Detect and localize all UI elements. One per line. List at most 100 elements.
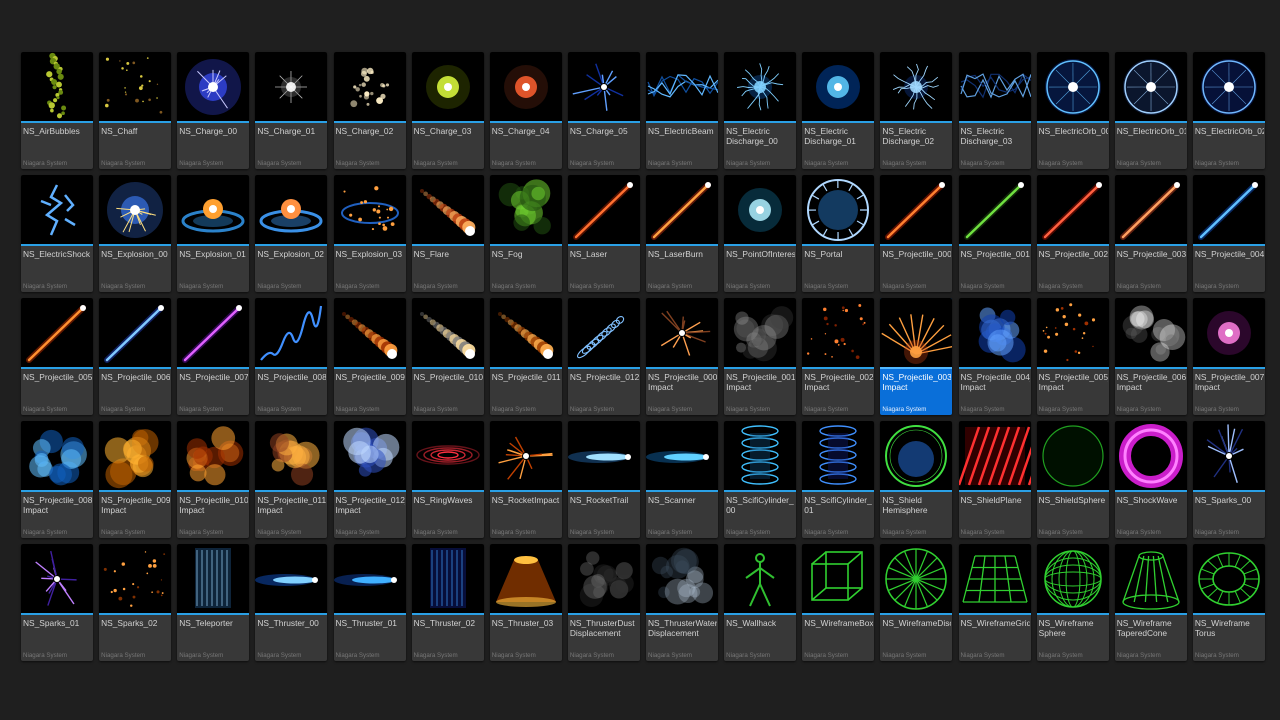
asset-name: NS_Wireframe Torus xyxy=(1194,619,1250,638)
asset-tile[interactable]: NS_Projectile_001_ Impact Niagara System xyxy=(724,298,797,415)
asset-tile[interactable]: NS_RocketTrail Niagara System xyxy=(567,421,640,538)
asset-tile[interactable]: NS_PointOfInterest Niagara System xyxy=(724,175,797,292)
asset-tile[interactable]: NS_Charge_02 Niagara System xyxy=(333,52,406,169)
asset-tile[interactable]: NS_Fog Niagara System xyxy=(489,175,562,292)
asset-tile[interactable]: NS_ShockWave Niagara System xyxy=(1114,421,1187,538)
asset-tile[interactable]: NS_WireframeGrid Niagara System xyxy=(958,544,1031,661)
asset-color-bar xyxy=(99,367,172,369)
asset-tile[interactable]: NS_Projectile_001 Niagara System xyxy=(958,175,1031,292)
asset-tile[interactable]: NS_ElectricOrb_02 Niagara System xyxy=(1192,52,1265,169)
asset-tile[interactable]: NS_Charge_05 Niagara System xyxy=(567,52,640,169)
asset-tile[interactable]: NS_Scanner Niagara System xyxy=(646,421,718,538)
asset-tile[interactable]: NS_Thruster_03 Niagara System xyxy=(489,544,562,661)
asset-tile[interactable]: NS_Explosion_02 Niagara System xyxy=(255,175,328,292)
asset-tile[interactable]: NS_Explosion_03 Niagara System xyxy=(333,175,406,292)
asset-thumbnail xyxy=(802,175,875,244)
asset-tile[interactable]: NS_Projectile_003_ Impact Niagara System xyxy=(880,298,953,415)
asset-type-label: Niagara System xyxy=(1116,283,1161,290)
asset-tile[interactable]: NS_Projectile_006_ Impact Niagara System xyxy=(1114,298,1187,415)
asset-type-label: Niagara System xyxy=(1194,652,1239,659)
asset-tile[interactable]: NS_WireframeBox Niagara System xyxy=(802,544,875,661)
asset-tile[interactable]: NS_Projectile_008_ Impact Niagara System xyxy=(21,421,93,538)
asset-tile[interactable]: NS_Electric Discharge_02 Niagara System xyxy=(880,52,953,169)
asset-tile[interactable]: NS_Projectile_005 Niagara System xyxy=(21,298,93,415)
asset-tile[interactable]: NS_RingWaves Niagara System xyxy=(411,421,484,538)
asset-tile[interactable]: NS_Electric Discharge_03 Niagara System xyxy=(958,52,1031,169)
asset-thumbnail xyxy=(177,175,250,244)
asset-thumbnail xyxy=(1036,544,1109,613)
asset-name: NS_Flare xyxy=(413,250,449,259)
asset-tile[interactable]: NS_Thruster_01 Niagara System xyxy=(333,544,406,661)
effect-preview-image xyxy=(1197,182,1258,240)
asset-tile[interactable]: NS_Projectile_012_ Impact Niagara System xyxy=(333,421,406,538)
asset-thumbnail xyxy=(958,544,1031,613)
asset-tile[interactable]: NS_Projectile_012 Niagara System xyxy=(567,298,640,415)
asset-tile[interactable]: NS_Wireframe Torus Niagara System xyxy=(1192,544,1265,661)
asset-tile[interactable]: NS_ShieldPlane Niagara System xyxy=(958,421,1031,538)
asset-tile[interactable]: NS_ElectricBeam Niagara System xyxy=(646,52,718,169)
asset-tile[interactable]: NS_ThrusterWater Displacement Niagara Sys… xyxy=(646,544,718,661)
asset-tile[interactable]: NS_ElectricShock Niagara System xyxy=(21,175,93,292)
effect-preview-image xyxy=(40,184,76,236)
asset-tile[interactable]: NS_ShieldSphere Niagara System xyxy=(1036,421,1109,538)
asset-tile[interactable]: NS_Thruster_00 Niagara System xyxy=(255,544,328,661)
asset-tile[interactable]: NS_ElectricOrb_01 Niagara System xyxy=(1114,52,1187,169)
asset-tile[interactable]: NS_Laser Niagara System xyxy=(567,175,640,292)
asset-tile[interactable]: NS_Projectile_009 Niagara System xyxy=(333,298,406,415)
asset-tile[interactable]: NS_Wallhack Niagara System xyxy=(724,544,797,661)
asset-tile[interactable]: NS_Projectile_006 Niagara System xyxy=(99,298,172,415)
asset-tile[interactable]: NS_Wireframe Sphere Niagara System xyxy=(1036,544,1109,661)
asset-tile[interactable]: NS_Projectile_005_ Impact Niagara System xyxy=(1036,298,1109,415)
asset-tile[interactable]: NS_RocketImpact Niagara System xyxy=(489,421,562,538)
asset-color-bar xyxy=(646,490,718,492)
asset-tile[interactable]: NS_Charge_01 Niagara System xyxy=(255,52,328,169)
asset-tile[interactable]: NS_Projectile_010 Niagara System xyxy=(411,298,484,415)
asset-tile[interactable]: NS_Explosion_01 Niagara System xyxy=(177,175,250,292)
asset-tile[interactable]: NS_Projectile_011_ Impact Niagara System xyxy=(255,421,328,538)
asset-tile[interactable]: NS_Projectile_000 Niagara System xyxy=(880,175,953,292)
asset-tile[interactable]: NS_ScifiCylinder_ 00 Niagara System xyxy=(724,421,797,538)
asset-tile[interactable]: NS_Projectile_002_ Impact Niagara System xyxy=(802,298,875,415)
asset-tile[interactable]: NS_ScifiCylinder_ 01 Niagara System xyxy=(802,421,875,538)
asset-tile[interactable]: NS_Charge_03 Niagara System xyxy=(411,52,484,169)
asset-name: NS_Teleporter xyxy=(179,619,233,628)
asset-tile[interactable]: NS_Explosion_00 Niagara System xyxy=(99,175,172,292)
asset-tile[interactable]: NS_Wireframe TaperedCone Niagara System xyxy=(1114,544,1187,661)
asset-tile[interactable]: NS_Projectile_000_ Impact Niagara System xyxy=(646,298,718,415)
effect-preview-image xyxy=(195,548,232,608)
asset-tile[interactable]: NS_Shield Hemisphere Niagara System xyxy=(880,421,953,538)
asset-tile[interactable]: NS_Projectile_007 Niagara System xyxy=(177,298,250,415)
asset-tile[interactable]: NS_LaserBurn Niagara System xyxy=(646,175,718,292)
asset-thumbnail xyxy=(567,175,640,244)
asset-tile[interactable]: NS_WireframeDisc Niagara System xyxy=(880,544,953,661)
asset-tile[interactable]: NS_Projectile_004 Niagara System xyxy=(1192,175,1265,292)
asset-tile[interactable]: NS_Thruster_02 Niagara System xyxy=(411,544,484,661)
asset-tile[interactable]: NS_Projectile_011 Niagara System xyxy=(489,298,562,415)
effect-preview-image xyxy=(181,199,245,233)
asset-tile[interactable]: NS_Sparks_00 Niagara System xyxy=(1192,421,1265,538)
asset-tile[interactable]: NS_ThrusterDust Displacement Niagara Syst… xyxy=(567,544,640,661)
asset-tile[interactable]: NS_Chaff Niagara System xyxy=(99,52,172,169)
asset-tile[interactable]: NS_Projectile_003 Niagara System xyxy=(1114,175,1187,292)
asset-tile[interactable]: NS_AirBubbles Niagara System xyxy=(21,52,93,169)
effect-preview-image xyxy=(1044,59,1101,115)
asset-tile[interactable]: NS_Projectile_002 Niagara System xyxy=(1036,175,1109,292)
asset-tile[interactable]: NS_Flare Niagara System xyxy=(411,175,484,292)
asset-tile[interactable]: NS_Charge_04 Niagara System xyxy=(489,52,562,169)
asset-name: NS_ShieldSphere xyxy=(1038,496,1106,505)
asset-tile[interactable]: NS_Sparks_02 Niagara System xyxy=(99,544,172,661)
asset-tile[interactable]: NS_Teleporter Niagara System xyxy=(177,544,250,661)
asset-tile[interactable]: NS_Projectile_008 Niagara System xyxy=(255,298,328,415)
asset-tile[interactable]: NS_Projectile_004_ Impact Niagara System xyxy=(958,298,1031,415)
asset-tile[interactable]: NS_Charge_00 Niagara System xyxy=(177,52,250,169)
asset-tile[interactable]: NS_Sparks_01 Niagara System xyxy=(21,544,93,661)
asset-tile[interactable]: NS_Projectile_009_ Impact Niagara System xyxy=(99,421,172,538)
asset-type-label: Niagara System xyxy=(1038,160,1083,167)
asset-tile[interactable]: NS_Electric Discharge_00 Niagara System xyxy=(724,52,797,169)
asset-tile[interactable]: NS_Electric Discharge_01 Niagara System xyxy=(802,52,875,169)
asset-tile[interactable]: NS_Portal Niagara System xyxy=(802,175,875,292)
asset-tile[interactable]: NS_Projectile_010_ Impact Niagara System xyxy=(177,421,250,538)
asset-tile[interactable]: NS_ElectricOrb_00 Niagara System xyxy=(1036,52,1109,169)
asset-tile[interactable]: NS_Projectile_007_ Impact Niagara System xyxy=(1192,298,1265,415)
asset-thumbnail xyxy=(177,52,250,121)
